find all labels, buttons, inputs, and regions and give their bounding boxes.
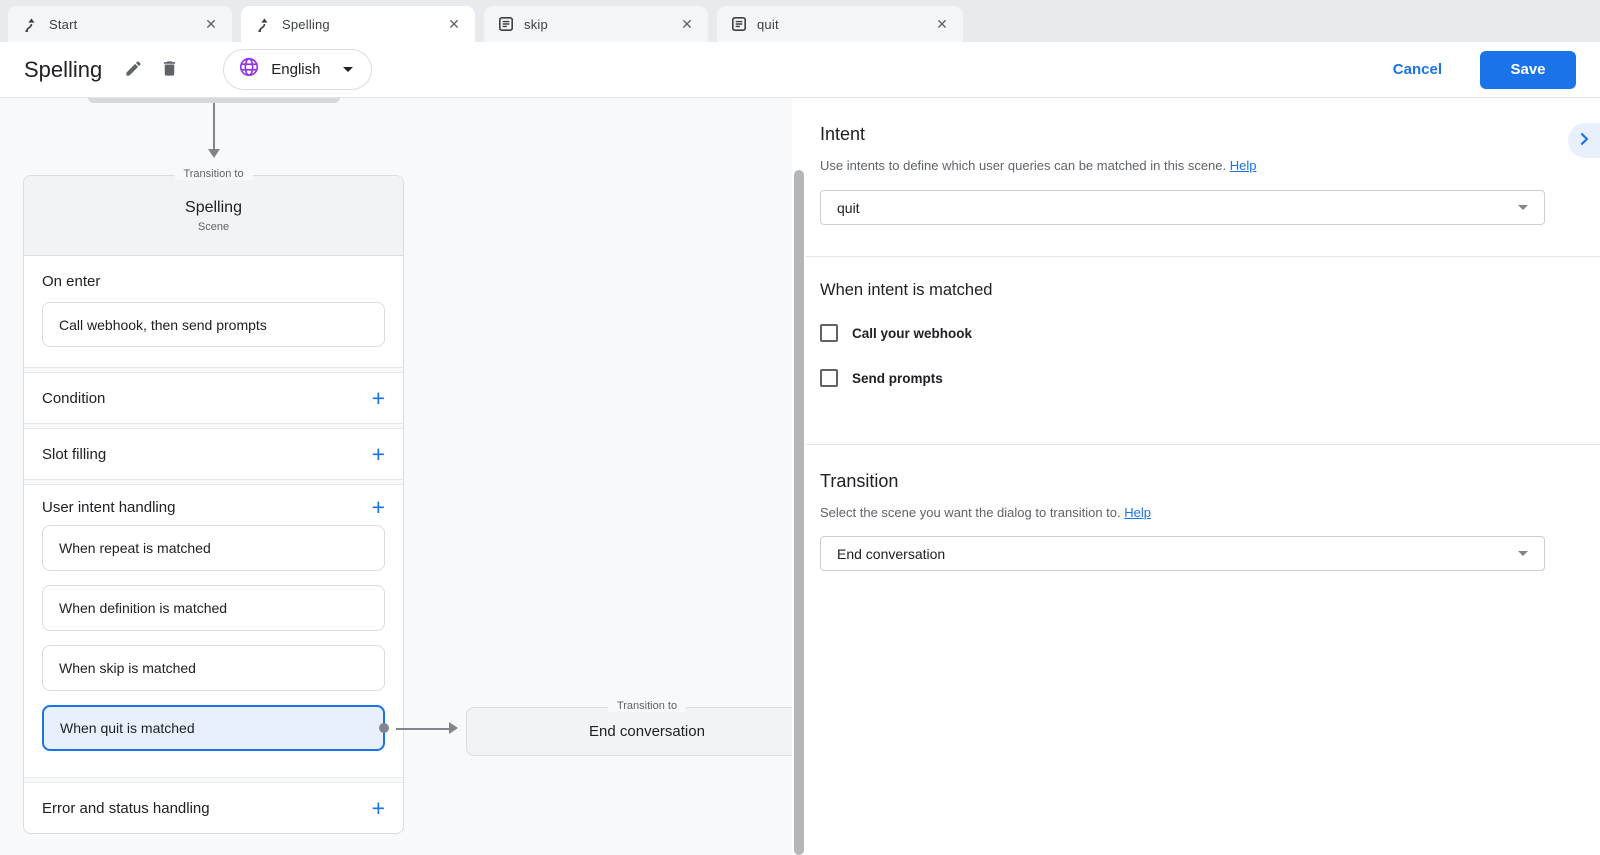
language-selector[interactable]: English [223,49,372,90]
tab-label: quit [757,17,779,32]
on-enter-handler-button[interactable]: Call webhook, then send prompts [42,302,385,347]
tab-quit[interactable]: quit [717,6,963,42]
pencil-icon [124,59,143,81]
canvas-scrollbar[interactable] [792,98,806,855]
condition-label: Condition [42,390,105,407]
send-prompts-checkbox[interactable] [820,369,838,387]
dropdown-caret-icon [1518,551,1528,556]
intent-description-text: Use intents to define which user queries… [820,158,1226,173]
transition-heading: Transition [820,471,1545,492]
transition-description-text: Select the scene you want the dialog to … [820,505,1121,520]
delete-button[interactable] [158,57,181,83]
connector-line [396,728,450,730]
intent-properties-panel: Intent Use intents to define which user … [806,98,1600,855]
call-webhook-label: Call your webhook [852,326,972,341]
scene-card-subtitle: Scene [24,221,403,233]
tab-label: skip [524,17,548,32]
condition-section: Condition [24,373,403,423]
tab-label: Start [49,17,77,32]
error-handling-label: Error and status handling [42,800,210,817]
globe-icon [238,56,260,83]
scene-toolbar: Spelling English Cancel Save [0,42,1600,98]
edit-button[interactable] [122,57,145,83]
slot-filling-section: Slot filling [24,429,403,479]
intent-handler-definition[interactable]: When definition is matched [42,585,385,631]
page-title: Spelling [24,57,102,83]
user-intent-handling-label: User intent handling [42,499,175,516]
transition-section: Transition Select the scene you want the… [806,445,1600,571]
trash-icon [160,59,179,81]
collapse-panel-button[interactable] [1568,123,1600,158]
transition-arrowhead-icon [208,149,220,158]
transition-select[interactable]: End conversation [820,536,1545,571]
transition-description: Select the scene you want the dialog to … [820,505,1545,520]
save-button[interactable]: Save [1480,51,1576,89]
send-prompts-option[interactable]: Send prompts [820,369,1545,387]
add-intent-handler-icon[interactable] [372,497,385,517]
scene-card-header: Spelling Scene [24,176,403,256]
when-intent-matched-section: When intent is matched Call your webhook… [806,257,1600,444]
send-prompts-label: Send prompts [852,371,943,386]
transition-to-tag: Transition to [608,700,686,712]
scene-diagram-canvas[interactable]: Transition to Spelling Scene On enter Ca… [0,98,792,855]
chevron-down-icon [343,67,353,72]
intent-select-value: quit [837,200,860,216]
when-intent-matched-heading: When intent is matched [820,281,1545,300]
close-icon[interactable] [443,13,465,35]
tab-label: Spelling [282,17,330,32]
intent-handler-quit-label: When quit is matched [60,720,195,736]
intent-handler-quit[interactable]: When quit is matched [42,705,385,751]
end-conversation-title: End conversation [589,723,705,740]
add-error-handler-icon[interactable] [372,798,385,818]
transition-to-tag: Transition to [174,168,252,180]
scene-card-title: Spelling [24,199,403,217]
intent-heading: Intent [820,124,1545,145]
close-icon[interactable] [676,13,698,35]
add-condition-icon[interactable] [372,388,385,408]
intent-icon [731,16,747,32]
intent-handler-skip[interactable]: When skip is matched [42,645,385,691]
tab-start[interactable]: Start [8,6,232,42]
user-intent-handling-section: User intent handling When repeat is matc… [24,485,403,777]
language-label: English [271,61,320,78]
intent-handler-repeat[interactable]: When repeat is matched [42,525,385,571]
transition-help-link[interactable]: Help [1124,505,1151,520]
slot-filling-label: Slot filling [42,446,106,463]
scene-icon [22,16,39,33]
connector-dot [379,723,389,733]
intent-select[interactable]: quit [820,190,1545,225]
transition-arrow [213,103,215,149]
intent-description: Use intents to define which user queries… [820,158,1545,173]
tab-spelling[interactable]: Spelling [241,6,475,42]
cancel-button[interactable]: Cancel [1393,61,1442,78]
dropdown-caret-icon [1518,205,1528,210]
on-enter-label: On enter [42,273,385,290]
intent-help-link[interactable]: Help [1230,158,1257,173]
close-icon[interactable] [931,13,953,35]
on-enter-section: On enter Call webhook, then send prompts [24,256,403,367]
intent-icon [498,16,514,32]
call-webhook-option[interactable]: Call your webhook [820,324,1545,342]
intent-section: Intent Use intents to define which user … [806,98,1600,256]
add-slot-icon[interactable] [372,444,385,464]
call-webhook-checkbox[interactable] [820,324,838,342]
connector-arrowhead-icon [449,722,458,734]
tab-skip[interactable]: skip [484,6,708,42]
scrollbar-thumb[interactable] [794,170,804,855]
scene-card-spelling[interactable]: Transition to Spelling Scene On enter Ca… [23,175,404,834]
scene-icon [255,16,272,33]
error-handling-section: Error and status handling [24,783,403,833]
close-icon[interactable] [200,13,222,35]
chevron-right-icon [1576,131,1592,150]
end-conversation-card[interactable]: Transition to End conversation [466,707,792,756]
transition-select-value: End conversation [837,546,945,562]
editor-tab-strip: Start Spelling skip quit [0,0,1600,42]
